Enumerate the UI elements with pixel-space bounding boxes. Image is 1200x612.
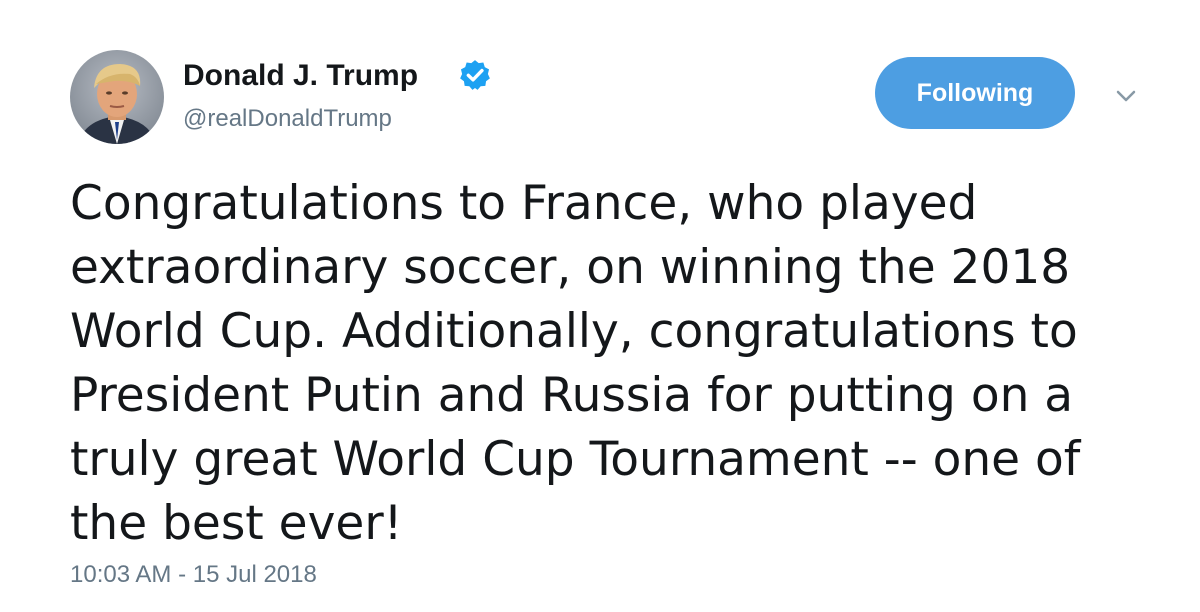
following-button[interactable]: Following — [875, 57, 1075, 129]
tweet-text-line: extraordinary soccer, on winning the 201… — [70, 240, 1071, 295]
avatar[interactable] — [70, 50, 164, 144]
avatar-photo — [70, 50, 164, 144]
tweet-text-line: truly great World Cup Tournament -- one … — [70, 432, 1081, 487]
verified-badge-icon — [460, 60, 490, 90]
tweet-text-line: Congratulations to France, who played — [70, 176, 978, 231]
tweet-text-line: World Cup. Additionally, congratulations… — [70, 304, 1078, 359]
tweet-card: Donald J. Trump @realDonaldTrump Followi… — [0, 0, 1200, 612]
tweet-text-line: President Putin and Russia for putting o… — [70, 368, 1074, 423]
display-name[interactable]: Donald J. Trump — [183, 59, 418, 93]
tweet-text-line: the best ever! — [70, 496, 403, 551]
user-handle[interactable]: @realDonaldTrump — [183, 105, 392, 133]
tweet-text: Congratulations to France, who played ex… — [70, 172, 1170, 556]
tweet-timestamp[interactable]: 10:03 AM - 15 Jul 2018 — [70, 561, 317, 589]
chevron-down-icon[interactable] — [1112, 86, 1140, 106]
